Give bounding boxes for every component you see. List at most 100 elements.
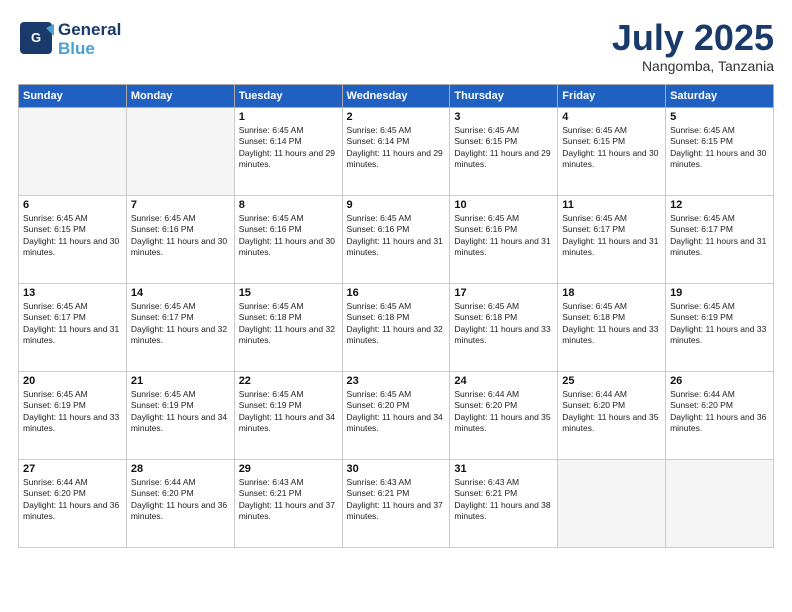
calendar-week-row: 13Sunrise: 6:45 AMSunset: 6:17 PMDayligh… <box>19 283 774 371</box>
calendar-day-cell <box>666 459 774 547</box>
sunset-text: Sunset: 6:15 PM <box>670 136 733 146</box>
calendar-day-cell: 14 Sunrise: 6:45 AMSunset: 6:17 PMDayligh… <box>126 283 234 371</box>
sunset-text: Sunset: 6:19 PM <box>23 400 86 410</box>
day-detail: Sunrise: 6:45 AMSunset: 6:20 PMDaylight:… <box>347 389 446 435</box>
day-detail: Sunrise: 6:44 AMSunset: 6:20 PMDaylight:… <box>670 389 769 435</box>
sunrise-text: Sunrise: 6:45 AM <box>131 389 196 399</box>
sunrise-text: Sunrise: 6:45 AM <box>670 125 735 135</box>
sunrise-text: Sunrise: 6:45 AM <box>454 301 519 311</box>
day-number: 15 <box>239 287 338 299</box>
day-detail: Sunrise: 6:45 AMSunset: 6:14 PMDaylight:… <box>239 125 338 171</box>
sunset-text: Sunset: 6:20 PM <box>562 400 625 410</box>
day-number: 12 <box>670 199 769 211</box>
daylight-text: Daylight: 11 hours and 35 minutes. <box>454 412 550 433</box>
day-number: 9 <box>347 199 446 211</box>
sunset-text: Sunset: 6:18 PM <box>562 312 625 322</box>
day-detail: Sunrise: 6:45 AMSunset: 6:19 PMDaylight:… <box>131 389 230 435</box>
daylight-text: Daylight: 11 hours and 36 minutes. <box>670 412 766 433</box>
calendar-day-cell <box>558 459 666 547</box>
day-detail: Sunrise: 6:44 AMSunset: 6:20 PMDaylight:… <box>23 477 122 523</box>
day-detail: Sunrise: 6:45 AMSunset: 6:18 PMDaylight:… <box>454 301 553 347</box>
sunset-text: Sunset: 6:20 PM <box>454 400 517 410</box>
location: Nangomba, Tanzania <box>612 58 774 74</box>
day-detail: Sunrise: 6:45 AMSunset: 6:16 PM Daylight:… <box>239 213 338 259</box>
calendar-week-row: 1Sunrise: 6:45 AMSunset: 6:14 PMDaylight… <box>19 107 774 195</box>
calendar-day-cell: 16Sunrise: 6:45 AMSunset: 6:18 PMDayligh… <box>342 283 450 371</box>
day-detail: Sunrise: 6:45 AMSunset: 6:17 PMDaylight:… <box>562 213 661 259</box>
sunset-text: Sunset: 6:15 PM <box>23 224 86 234</box>
sunrise-text: Sunrise: 6:45 AM <box>239 213 304 223</box>
calendar-day-cell: 24 Sunrise: 6:44 AMSunset: 6:20 PM Dayligh… <box>450 371 558 459</box>
day-detail: Sunrise: 6:44 AMSunset: 6:20 PM Daylight:… <box>454 389 553 435</box>
sunrise-text: Sunrise: 6:45 AM <box>347 301 412 311</box>
day-detail: Sunrise: 6:45 AMSunset: 6:14 PMDaylight:… <box>347 125 446 171</box>
sunrise-text: Sunrise: 6:44 AM <box>131 477 196 487</box>
day-number: 19 <box>670 287 769 299</box>
day-number: 14 <box>131 287 230 299</box>
day-detail: Sunrise: 6:45 AMSunset: 6:19 PMDaylight:… <box>239 389 338 435</box>
daylight-text: Daylight: 11 hours and 30 minutes. <box>562 148 658 169</box>
daylight-text: Daylight: 11 hours and 31 minutes. <box>670 236 766 257</box>
sunset-text: Sunset: 6:19 PM <box>670 312 733 322</box>
daylight-text: Daylight: 11 hours and 29 minutes. <box>347 148 443 169</box>
day-detail: Sunrise: 6:43 AMSunset: 6:21 PMDaylight:… <box>347 477 446 523</box>
sunrise-text: Sunrise: 6:45 AM <box>131 213 196 223</box>
day-number: 20 <box>23 375 122 387</box>
day-number: 26 <box>670 375 769 387</box>
day-number: 24 <box>454 375 553 387</box>
day-detail: Sunrise: 6:45 AMSunset: 6:16 PMDaylight:… <box>131 213 230 259</box>
daylight-text: Daylight: 11 hours and 31 minutes. <box>454 236 550 257</box>
calendar-header-tuesday: Tuesday <box>234 84 342 107</box>
sunset-text: Sunset: 6:18 PM <box>347 312 410 322</box>
calendar-header-thursday: Thursday <box>450 84 558 107</box>
sunrise-text: Sunrise: 6:45 AM <box>239 125 304 135</box>
calendar-day-cell: 18Sunrise: 6:45 AMSunset: 6:18 PMDayligh… <box>558 283 666 371</box>
sunset-text: Sunset: 6:17 PM <box>131 312 194 322</box>
logo-general: General <box>58 20 121 39</box>
day-number: 22 <box>239 375 338 387</box>
sunset-text: Sunset: 6:21 PM <box>454 488 517 498</box>
logo-name: General Blue <box>58 21 121 58</box>
daylight-text: Daylight: 11 hours and 30 minutes. <box>239 236 335 257</box>
daylight-text: Daylight: 11 hours and 30 minutes. <box>670 148 766 169</box>
daylight-text: Daylight: 11 hours and 34 minutes. <box>239 412 335 433</box>
day-detail: Sunrise: 6:45 AMSunset: 6:16 PMDaylight:… <box>454 213 553 259</box>
sunrise-text: Sunrise: 6:43 AM <box>239 477 304 487</box>
calendar-day-cell <box>126 107 234 195</box>
sunrise-text: Sunrise: 6:45 AM <box>347 389 412 399</box>
calendar-day-cell: 25Sunrise: 6:44 AMSunset: 6:20 PMDayligh… <box>558 371 666 459</box>
sunset-text: Sunset: 6:17 PM <box>23 312 86 322</box>
daylight-text: Daylight: 11 hours and 37 minutes. <box>347 500 443 521</box>
calendar-table: SundayMondayTuesdayWednesdayThursdayFrid… <box>18 84 774 548</box>
sunset-text: Sunset: 6:16 PM <box>131 224 194 234</box>
calendar-day-cell: 19 Sunrise: 6:45 AMSunset: 6:19 PM Dayligh… <box>666 283 774 371</box>
sunset-text: Sunset: 6:16 PM <box>239 224 302 234</box>
day-number: 27 <box>23 463 122 475</box>
calendar-header-row: SundayMondayTuesdayWednesdayThursdayFrid… <box>19 84 774 107</box>
calendar-day-cell: 1Sunrise: 6:45 AMSunset: 6:14 PMDaylight… <box>234 107 342 195</box>
day-detail: Sunrise: 6:45 AMSunset: 6:17 PMDaylight:… <box>131 301 230 347</box>
daylight-text: Daylight: 11 hours and 32 minutes. <box>239 324 335 345</box>
sunrise-text: Sunrise: 6:43 AM <box>347 477 412 487</box>
calendar-header-saturday: Saturday <box>666 84 774 107</box>
sunset-text: Sunset: 6:21 PM <box>239 488 302 498</box>
sunrise-text: Sunrise: 6:45 AM <box>670 301 735 311</box>
day-detail: Sunrise: 6:44 AMSunset: 6:20 PMDaylight:… <box>562 389 661 435</box>
sunrise-text: Sunrise: 6:44 AM <box>454 389 519 399</box>
daylight-text: Daylight: 11 hours and 29 minutes. <box>239 148 335 169</box>
calendar-day-cell: 15Sunrise: 6:45 AMSunset: 6:18 PMDayligh… <box>234 283 342 371</box>
day-detail: Sunrise: 6:43 AMSunset: 6:21 PMDaylight:… <box>239 477 338 523</box>
sunset-text: Sunset: 6:20 PM <box>131 488 194 498</box>
daylight-text: Daylight: 11 hours and 33 minutes. <box>670 324 766 345</box>
daylight-text: Daylight: 11 hours and 33 minutes. <box>454 324 550 345</box>
calendar-day-cell: 27 Sunrise: 6:44 AMSunset: 6:20 PMDayligh… <box>19 459 127 547</box>
day-detail: Sunrise: 6:45 AMSunset: 6:16 PMDaylight:… <box>347 213 446 259</box>
sunrise-text: Sunrise: 6:45 AM <box>562 213 627 223</box>
sunrise-text: Sunrise: 6:43 AM <box>454 477 519 487</box>
sunrise-text: Sunrise: 6:45 AM <box>23 301 88 311</box>
day-number: 21 <box>131 375 230 387</box>
sunset-text: Sunset: 6:16 PM <box>347 224 410 234</box>
sunrise-text: Sunrise: 6:45 AM <box>239 301 304 311</box>
daylight-text: Daylight: 11 hours and 31 minutes. <box>562 236 658 257</box>
calendar-day-cell: 21 Sunrise: 6:45 AMSunset: 6:19 PMDayligh… <box>126 371 234 459</box>
